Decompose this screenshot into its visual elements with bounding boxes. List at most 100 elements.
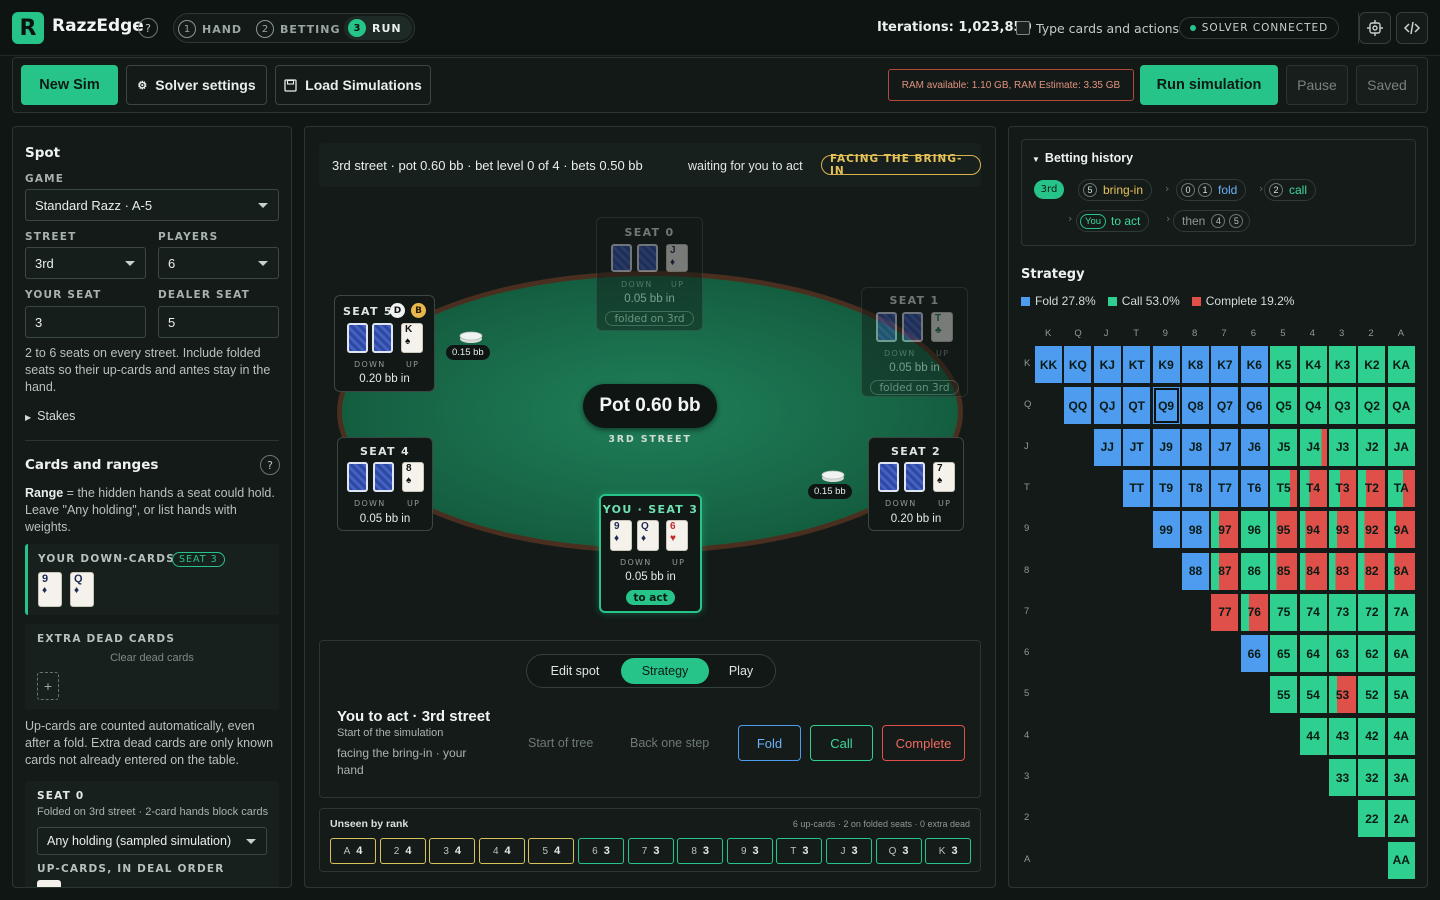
strategy-cell[interactable]: 75: [1270, 593, 1298, 631]
strategy-cell[interactable]: 92: [1358, 511, 1386, 549]
strategy-cell[interactable]: Q4: [1299, 387, 1327, 425]
strategy-cell[interactable]: J5: [1270, 428, 1298, 466]
down-card-1[interactable]: 9 ♦: [38, 572, 62, 607]
strategy-cell[interactable]: AA: [1387, 841, 1415, 879]
saved-button[interactable]: Saved: [1356, 65, 1418, 105]
strategy-cell[interactable]: 98: [1182, 511, 1209, 549]
strategy-cell[interactable]: QQ: [1064, 387, 1092, 425]
strategy-cell[interactable]: 6A: [1387, 635, 1415, 673]
strategy-cell[interactable]: 4A: [1387, 717, 1415, 755]
call-button[interactable]: Call: [810, 725, 873, 761]
strategy-cell[interactable]: Q3: [1329, 387, 1356, 425]
strategy-cell[interactable]: KQ: [1064, 346, 1092, 383]
tab-edit-spot[interactable]: Edit spot: [535, 658, 615, 684]
strategy-cell[interactable]: 99: [1152, 511, 1180, 549]
strategy-cell[interactable]: 72: [1358, 593, 1386, 631]
strategy-cell[interactable]: TT: [1123, 469, 1151, 507]
strategy-cell[interactable]: TA: [1387, 469, 1415, 507]
strategy-cell[interactable]: J9: [1152, 428, 1180, 466]
strategy-cell[interactable]: 54: [1299, 676, 1327, 714]
street-select[interactable]: 3rd: [25, 247, 146, 279]
tab-play[interactable]: Play: [713, 658, 769, 684]
strategy-cell[interactable]: 85: [1270, 552, 1298, 590]
strategy-cell[interactable]: K9: [1152, 346, 1180, 383]
type-cards-checkbox[interactable]: [1016, 21, 1030, 35]
strategy-cell[interactable]: Q8: [1182, 387, 1209, 425]
strategy-cell[interactable]: 5A: [1387, 676, 1415, 714]
strategy-cell[interactable]: 97: [1211, 511, 1239, 549]
strategy-cell[interactable]: J3: [1329, 428, 1356, 466]
strategy-cell[interactable]: 22: [1358, 800, 1386, 838]
strategy-cell[interactable]: Q6: [1240, 387, 1268, 425]
strategy-cell[interactable]: 64: [1299, 635, 1327, 673]
strategy-cell[interactable]: K4: [1299, 346, 1327, 383]
history-bringin[interactable]: 5 bring-in: [1078, 179, 1153, 201]
step-run[interactable]: 3 RUN: [344, 16, 412, 40]
down-card-2[interactable]: Q ♦: [70, 572, 94, 607]
strategy-cell[interactable]: KJ: [1093, 346, 1121, 383]
help-icon[interactable]: ?: [138, 18, 158, 38]
back-one-step-button[interactable]: Back one step: [630, 736, 709, 750]
strategy-cell[interactable]: J2: [1358, 428, 1386, 466]
tab-strategy[interactable]: Strategy: [621, 658, 709, 684]
your-seat-input[interactable]: 3: [25, 306, 146, 338]
strategy-cell[interactable]: 63: [1329, 635, 1356, 673]
strategy-cell[interactable]: 87: [1211, 552, 1239, 590]
strategy-cell[interactable]: 55: [1270, 676, 1298, 714]
strategy-cell[interactable]: K2: [1358, 346, 1386, 383]
add-dead-card-button[interactable]: +: [37, 672, 59, 700]
strategy-cell[interactable]: KK: [1035, 346, 1062, 383]
pause-button[interactable]: Pause: [1286, 65, 1348, 105]
strategy-cell[interactable]: 53: [1329, 676, 1356, 714]
history-fold[interactable]: 0 1 fold: [1176, 179, 1247, 201]
fold-button[interactable]: Fold: [738, 725, 801, 761]
strategy-cell[interactable]: 33: [1329, 759, 1356, 796]
strategy-cell[interactable]: 82: [1358, 552, 1386, 590]
seat-2[interactable]: SEAT 2 7 ♠ DOWN UP 0.20 bb in: [868, 437, 964, 531]
seat-1[interactable]: SEAT 1 T ♣ DOWN UP 0.05 bb in folded on 3…: [861, 287, 968, 397]
clear-dead-cards-link[interactable]: Clear dead cards: [25, 652, 279, 664]
strategy-cell[interactable]: J6: [1240, 428, 1268, 466]
start-of-tree-button[interactable]: Start of tree: [528, 736, 593, 750]
strategy-cell[interactable]: 66: [1240, 635, 1268, 673]
strategy-cell[interactable]: 8A: [1387, 552, 1415, 590]
strategy-cell[interactable]: 95: [1270, 511, 1298, 549]
strategy-cell[interactable]: 52: [1358, 676, 1386, 714]
strategy-cell[interactable]: 84: [1299, 552, 1327, 590]
new-sim-button[interactable]: New Sim: [21, 65, 118, 105]
strategy-cell[interactable]: QJ: [1093, 387, 1121, 425]
strategy-cell[interactable]: 73: [1329, 593, 1356, 631]
strategy-cell[interactable]: JT: [1123, 428, 1151, 466]
strategy-cell[interactable]: Q5: [1270, 387, 1298, 425]
strategy-cell[interactable]: T6: [1240, 469, 1268, 507]
strategy-cell[interactable]: Q9: [1152, 387, 1180, 425]
strategy-cell[interactable]: 74: [1299, 593, 1327, 631]
strategy-cell[interactable]: Q7: [1211, 387, 1239, 425]
history-call[interactable]: 2 call: [1264, 179, 1317, 201]
strategy-cell[interactable]: QT: [1123, 387, 1151, 425]
complete-button[interactable]: Complete: [882, 725, 965, 761]
stakes-toggle[interactable]: ▶ Stakes: [25, 409, 75, 423]
strategy-cell[interactable]: J7: [1211, 428, 1239, 466]
strategy-cell[interactable]: 62: [1358, 635, 1386, 673]
code-view-button[interactable]: [1396, 12, 1428, 44]
solver-settings-button[interactable]: ⚙ Solver settings: [126, 65, 267, 105]
strategy-cell[interactable]: 88: [1182, 552, 1209, 590]
strategy-cell[interactable]: KA: [1387, 346, 1415, 383]
step-hand[interactable]: 1 HAND: [178, 19, 242, 39]
strategy-cell[interactable]: 32: [1358, 759, 1386, 796]
type-cards-label[interactable]: Type cards and actions: [1036, 21, 1179, 36]
strategy-cell[interactable]: 77: [1211, 593, 1239, 631]
strategy-cell[interactable]: T2: [1358, 469, 1386, 507]
seat-5[interactable]: SEAT 5 D B K ♠ DOWN UP 0.20 bb in: [334, 295, 435, 392]
strategy-cell[interactable]: 86: [1240, 552, 1268, 590]
strategy-cell[interactable]: QA: [1387, 387, 1415, 425]
settings-chip-button[interactable]: [1359, 12, 1391, 44]
strategy-cell[interactable]: K8: [1182, 346, 1209, 383]
strategy-cell[interactable]: T8: [1182, 469, 1209, 507]
strategy-cell[interactable]: T4: [1299, 469, 1327, 507]
load-simulations-button[interactable]: Load Simulations: [275, 65, 431, 105]
strategy-cell[interactable]: T5: [1270, 469, 1298, 507]
seat-4[interactable]: SEAT 4 8 ♠ DOWN UP 0.05 bb in: [337, 437, 433, 531]
seat-0[interactable]: SEAT 0 J ♦ DOWN UP 0.05 bb in folded on 3…: [596, 217, 703, 331]
